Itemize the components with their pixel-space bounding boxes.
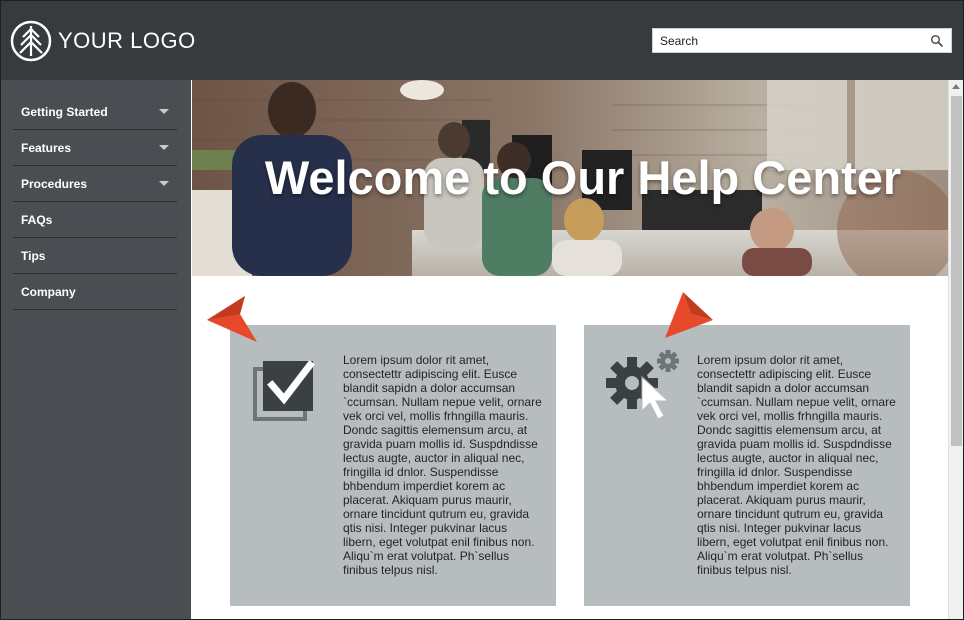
pointer-arrow-icon <box>207 296 257 342</box>
sidebar-item-label: Procedures <box>21 176 88 191</box>
hero-title: Welcome to Our Help Center <box>264 151 902 204</box>
search-icon[interactable] <box>929 33 945 49</box>
sidebar-item-faqs[interactable]: FAQs <box>13 202 177 238</box>
sidebar-nav: Getting Started Features Procedures FAQs… <box>13 94 177 310</box>
sidebar-item-label: Getting Started <box>21 104 108 119</box>
caret-down-icon[interactable] <box>159 109 169 114</box>
vertical-scrollbar[interactable] <box>948 80 963 619</box>
main-content: Welcome to Our Help Center Lorem ipsum d… <box>191 80 948 619</box>
checkbox-icon <box>253 360 315 421</box>
search-input[interactable] <box>653 29 923 52</box>
card-text: Lorem ipsum dolor rit amet, consectettr … <box>697 353 896 577</box>
sidebar-item-features[interactable]: Features <box>13 130 177 166</box>
search-box <box>652 28 952 53</box>
sidebar-item-label: Features <box>21 140 72 155</box>
sidebar-item-company[interactable]: Company <box>13 274 177 310</box>
caret-down-icon[interactable] <box>159 181 169 186</box>
tree-logo-icon <box>10 20 52 62</box>
sidebar-item-procedures[interactable]: Procedures <box>13 166 177 202</box>
caret-down-icon[interactable] <box>159 145 169 150</box>
hero-banner: Welcome to Our Help Center <box>192 80 948 276</box>
scrollbar-thumb[interactable] <box>951 96 962 446</box>
sidebar-item-label: FAQs <box>21 212 53 227</box>
sidebar-item-label: Company <box>21 284 76 299</box>
sidebar-item-label: Tips <box>21 248 46 263</box>
feature-card[interactable]: Lorem ipsum dolor rit amet, consectettr … <box>584 325 910 606</box>
logo-text: YOUR LOGO <box>58 28 196 53</box>
card-text: Lorem ipsum dolor rit amet, consectettr … <box>343 353 542 577</box>
scroll-up-icon[interactable] <box>952 84 960 89</box>
pointer-arrow-icon <box>665 292 713 338</box>
site-header: YOUR LOGO <box>1 1 963 80</box>
sidebar: Getting Started Features Procedures FAQs… <box>1 80 191 619</box>
feature-card[interactable]: Lorem ipsum dolor rit amet, consectettr … <box>230 325 556 606</box>
settings-cursor-icon <box>606 350 679 420</box>
sidebar-item-tips[interactable]: Tips <box>13 238 177 274</box>
sidebar-item-getting-started[interactable]: Getting Started <box>13 94 177 130</box>
logo[interactable]: YOUR LOGO <box>10 19 196 63</box>
browser-frame: YOUR LOGO Getting Started Features Proce… <box>0 0 964 620</box>
